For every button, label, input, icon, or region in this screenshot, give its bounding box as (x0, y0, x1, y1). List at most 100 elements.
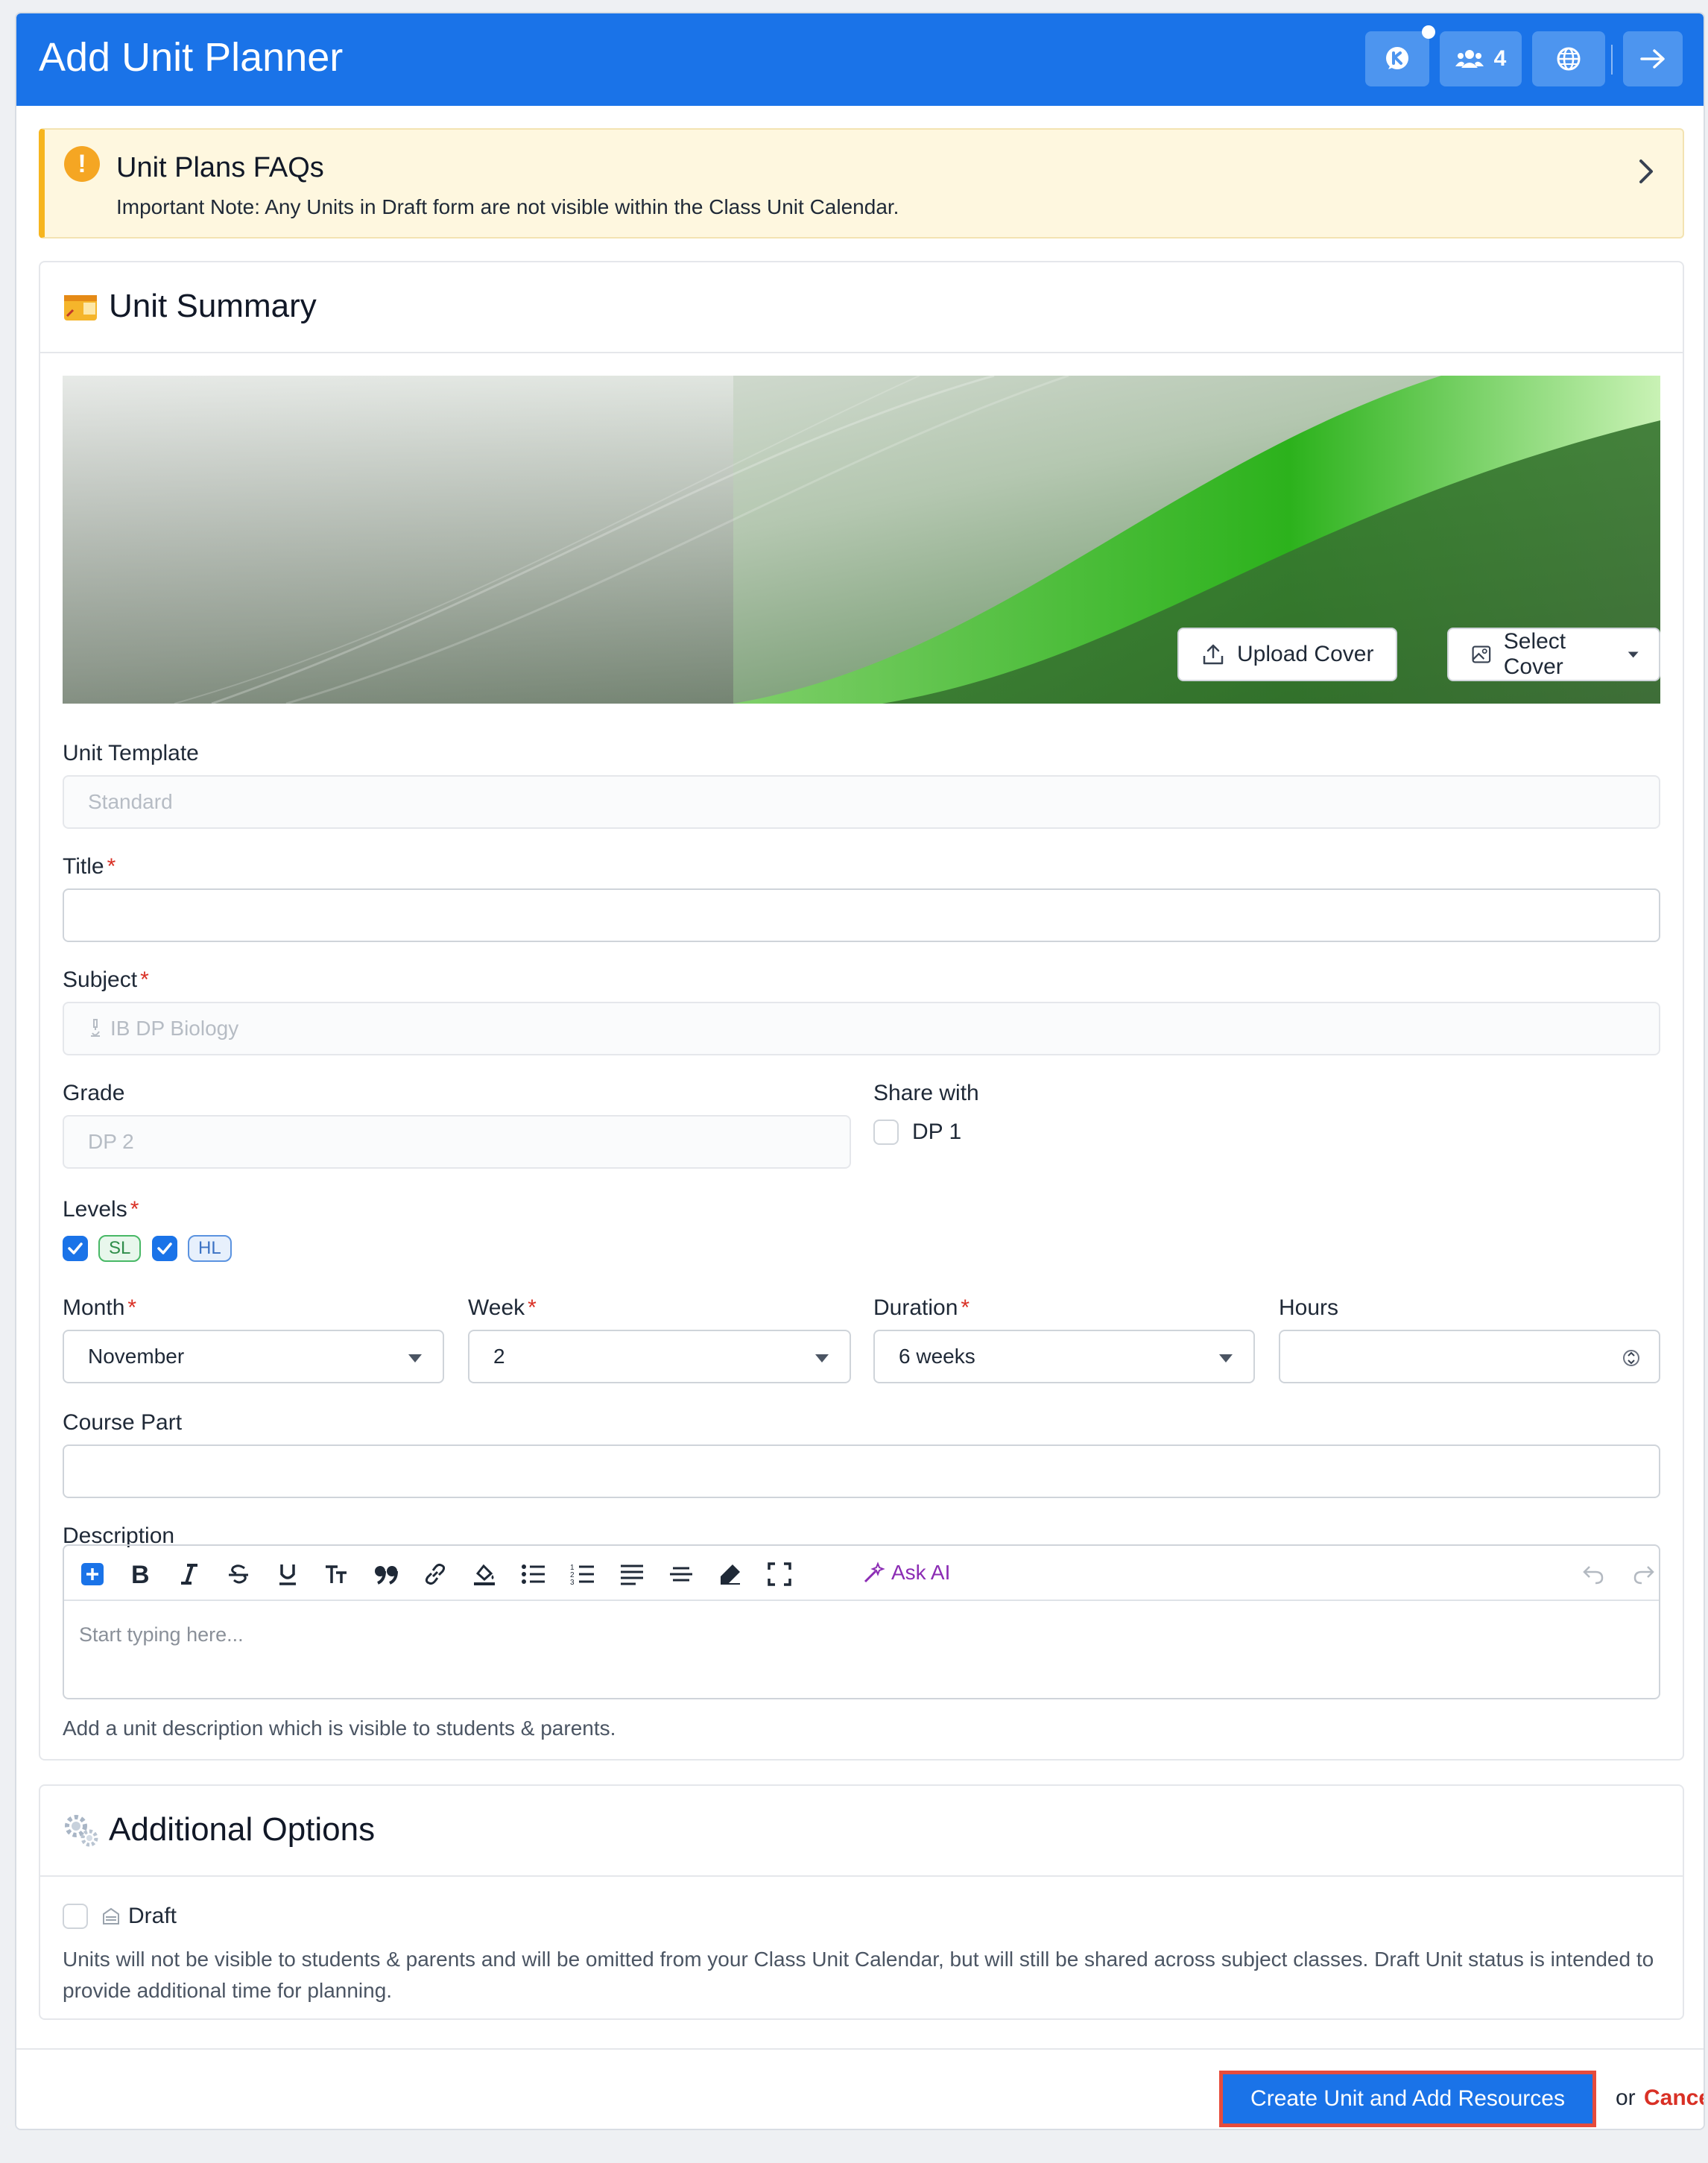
grade-field: DP 2 (63, 1115, 851, 1169)
numbered-list-button[interactable]: 123 (569, 1561, 596, 1588)
subject-value: IB DP Biology (110, 1017, 239, 1040)
exit-button[interactable] (1623, 31, 1683, 86)
fullscreen-icon (768, 1562, 791, 1586)
duration-label: Duration * (873, 1295, 970, 1321)
week-value: 2 (493, 1345, 505, 1368)
language-button[interactable] (1532, 31, 1605, 86)
link-button[interactable] (422, 1561, 449, 1588)
users-icon (1455, 50, 1484, 68)
underline-button[interactable] (274, 1561, 301, 1588)
grade-label: Grade (63, 1081, 125, 1105)
form-footer: Create Unit and Add Resources or Cancel (16, 2048, 1704, 2129)
course-part-input[interactable] (63, 1444, 1660, 1498)
cover-image: Upload Cover Select Cover (63, 376, 1660, 704)
clear-format-button[interactable] (717, 1561, 744, 1588)
upload-cover-button[interactable]: Upload Cover (1177, 628, 1398, 681)
level-sl-badge: SL (98, 1235, 142, 1262)
create-unit-button[interactable]: Create Unit and Add Resources (1219, 2071, 1596, 2127)
week-select[interactable]: 2 (468, 1330, 851, 1383)
svg-text:3: 3 (570, 1579, 575, 1586)
horizontal-rule-button[interactable] (668, 1561, 695, 1588)
fullscreen-button[interactable] (766, 1561, 793, 1588)
unit-plans-icon (64, 295, 97, 320)
required-asterisk: * (961, 1295, 970, 1320)
members-button[interactable]: 4 (1440, 31, 1522, 86)
description-help: Add a unit description which is visible … (63, 1717, 616, 1740)
strikethrough-button[interactable] (225, 1561, 252, 1588)
drafts-icon (103, 1907, 119, 1924)
grade-value: DP 2 (88, 1130, 134, 1153)
insert-button[interactable] (79, 1561, 106, 1588)
arrow-right-icon (1640, 49, 1665, 69)
level-sl-checkbox[interactable] (63, 1236, 88, 1261)
stepper-icon[interactable] (1623, 1346, 1639, 1370)
draft-help: Units will not be visible to students & … (63, 1948, 1654, 2002)
warning-icon: ! (64, 146, 100, 182)
week-label: Week * (468, 1295, 537, 1321)
upload-icon (1203, 644, 1224, 665)
course-part-label: Course Part (63, 1410, 183, 1435)
subject-label-text: Subject (63, 967, 138, 992)
horizontal-rule-icon (670, 1567, 692, 1582)
microscope-icon (91, 1019, 100, 1037)
clear-format-icon (721, 1564, 740, 1585)
chat-button[interactable] (1365, 25, 1435, 86)
draft-checkbox[interactable] (63, 1904, 88, 1929)
share-dp1-checkbox[interactable] (873, 1120, 899, 1145)
month-select[interactable]: November (63, 1330, 444, 1383)
cancel-link[interactable]: Cancel (1644, 2085, 1704, 2111)
faq-banner[interactable]: ! Unit Plans FAQs Important Note: Any Un… (39, 128, 1684, 239)
highlight-button[interactable] (471, 1561, 498, 1588)
undo-button[interactable] (1580, 1561, 1607, 1588)
duration-select[interactable]: 6 weeks (873, 1330, 1255, 1383)
required-asterisk: * (528, 1295, 537, 1320)
required-asterisk: * (140, 967, 149, 992)
notification-dot (1422, 25, 1435, 39)
select-cover-label: Select Cover (1503, 629, 1566, 679)
chevron-right-icon[interactable] (1636, 157, 1656, 186)
week-label-text: Week (468, 1295, 525, 1320)
unit-summary-title: Unit Summary (109, 288, 317, 324)
required-asterisk: * (127, 1295, 137, 1320)
members-count: 4 (1493, 46, 1507, 71)
gears-icon (65, 1815, 98, 1847)
italic-icon (181, 1564, 197, 1585)
caret-down-icon (815, 1354, 829, 1362)
page-title: Add Unit Planner (39, 35, 344, 80)
level-hl-badge: HL (188, 1235, 232, 1262)
select-cover-button[interactable]: Select Cover (1447, 628, 1660, 681)
undo-icon (1583, 1566, 1604, 1585)
header-separator (1611, 45, 1613, 75)
title-input[interactable] (63, 888, 1660, 942)
image-icon (1472, 645, 1491, 663)
underline-icon (279, 1564, 296, 1585)
additional-options-card: Additional Options Draft Units will not … (39, 1784, 1684, 2020)
align-button[interactable] (619, 1561, 645, 1588)
month-label: Month * (63, 1295, 136, 1321)
unit-summary-header: Unit Summary (40, 262, 1683, 353)
quote-button[interactable] (373, 1561, 399, 1588)
hours-input[interactable] (1279, 1330, 1660, 1383)
faq-note: Important Note: Any Units in Draft form … (116, 195, 899, 218)
levels-label: Levels * (63, 1197, 139, 1222)
required-asterisk: * (107, 854, 116, 879)
italic-button[interactable] (176, 1561, 203, 1588)
bullet-list-button[interactable] (520, 1561, 547, 1588)
month-label-text: Month (63, 1295, 125, 1320)
upload-cover-label: Upload Cover (1237, 642, 1374, 666)
description-input[interactable]: Start typing here... (79, 1623, 244, 1646)
level-hl-checkbox[interactable] (152, 1236, 177, 1261)
bold-icon: B (131, 1562, 150, 1586)
unit-template-label: Unit Template (63, 741, 199, 765)
duration-label-text: Duration (873, 1295, 958, 1320)
editor-toolbar: B 1 2 3 Ask AI (64, 1546, 1659, 1601)
ask-ai-button[interactable]: Ask AI (863, 1561, 950, 1585)
bold-button[interactable]: B (127, 1561, 154, 1588)
header-bar: Add Unit Planner 4 (16, 13, 1704, 106)
unit-template-field: Standard (63, 775, 1660, 829)
plus-square-icon (81, 1563, 104, 1585)
redo-button[interactable] (1630, 1561, 1657, 1588)
svg-text:B: B (131, 1562, 150, 1586)
font-size-button[interactable] (323, 1561, 350, 1588)
unit-summary-card: Unit Summary Upload Cover Select Cover U… (39, 261, 1684, 1761)
